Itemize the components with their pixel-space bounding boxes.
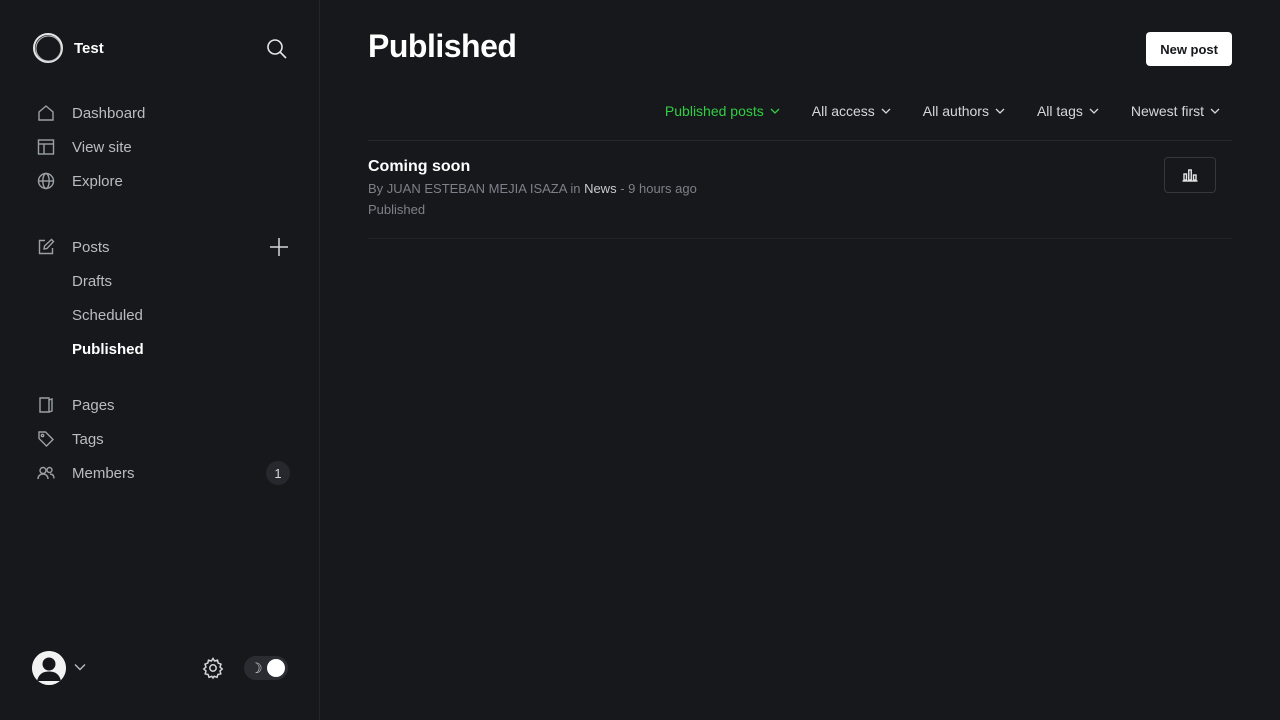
sidebar-item-label: Members [72,464,135,482]
globe-icon [36,171,56,191]
theme-toggle[interactable]: ☽ [244,656,288,680]
search-icon[interactable] [265,37,289,61]
chevron-down-icon [770,108,780,114]
post-list-item[interactable]: Coming soon By JUAN ESTEBAN MEJIA ISAZA … [368,141,1232,239]
sidebar-item-pages[interactable]: Pages [36,393,115,417]
sidebar-item-label: View site [72,138,132,156]
sidebar-item-members[interactable]: Members [36,461,135,485]
page-title: Published [368,28,517,64]
sidebar-item-view-site[interactable]: View site [36,135,132,159]
gear-icon[interactable] [201,656,225,680]
sidebar-item-posts[interactable]: Posts [36,235,110,259]
toggle-knob [267,659,285,677]
sidebar-item-explore[interactable]: Explore [36,169,123,193]
filter-tags[interactable]: All tags [1037,100,1099,122]
filter-access[interactable]: All access [812,100,891,122]
bar-chart-icon [1182,169,1198,182]
site-name: Test [74,39,104,57]
post-analytics-button[interactable] [1164,157,1216,193]
tag-icon [36,429,56,449]
sidebar-item-label: Dashboard [72,104,146,122]
chevron-down-icon [881,108,891,114]
post-by: By [368,181,384,196]
post-time: - 9 hours ago [620,181,697,196]
sidebar-item-label: Pages [72,396,115,414]
filter-sort-order[interactable]: Newest first [1131,100,1220,122]
members-icon [36,463,56,483]
chevron-down-icon[interactable] [73,660,87,674]
members-count-badge: 1 [266,461,290,485]
new-post-button[interactable]: New post [1146,32,1232,66]
post-tag: News [584,181,617,196]
filter-authors[interactable]: All authors [923,100,1005,122]
post-in: in [570,181,581,196]
user-avatar-icon [32,651,66,685]
post-status: Published [368,202,426,217]
filter-label: Newest first [1130,103,1204,119]
sidebar-item-tags[interactable]: Tags [36,427,104,451]
brand[interactable]: Test [32,32,104,64]
filter-label: All tags [1036,103,1083,119]
chevron-down-icon [995,108,1005,114]
post-title[interactable]: Coming soon [368,158,470,176]
filter-label: All authors [922,103,989,119]
home-icon [36,103,56,123]
add-post-icon[interactable] [268,236,290,258]
main-content: Published New post Published posts All a… [368,0,1232,720]
chevron-down-icon [1089,108,1099,114]
post-meta: By JUAN ESTEBAN MEJIA ISAZA in News - 9 … [368,181,697,196]
sidebar-item-label: Explore [72,172,123,190]
sidebar-item-published[interactable]: Published [72,338,144,360]
sidebar: Test Dashboard View site Explore Posts D… [0,0,320,720]
filter-label: All access [811,103,875,119]
post-author: JUAN ESTEBAN MEJIA ISAZA [386,181,567,196]
sidebar-item-label: Posts [72,238,110,256]
moon-icon: ☽ [250,660,263,676]
edit-icon [36,237,56,257]
chevron-down-icon [1210,108,1220,114]
filter-bar: Published posts All access All authors A… [633,100,1220,122]
layout-icon [36,137,56,157]
filter-post-type[interactable]: Published posts [665,100,780,122]
page-icon [36,395,56,415]
site-logo-icon [33,33,63,63]
sidebar-item-dashboard[interactable]: Dashboard [36,101,145,125]
filter-label: Published posts [664,103,764,119]
sidebar-item-label: Tags [72,430,104,448]
sidebar-item-scheduled[interactable]: Scheduled [72,304,143,326]
avatar[interactable] [32,651,66,685]
sidebar-item-drafts[interactable]: Drafts [72,270,112,292]
